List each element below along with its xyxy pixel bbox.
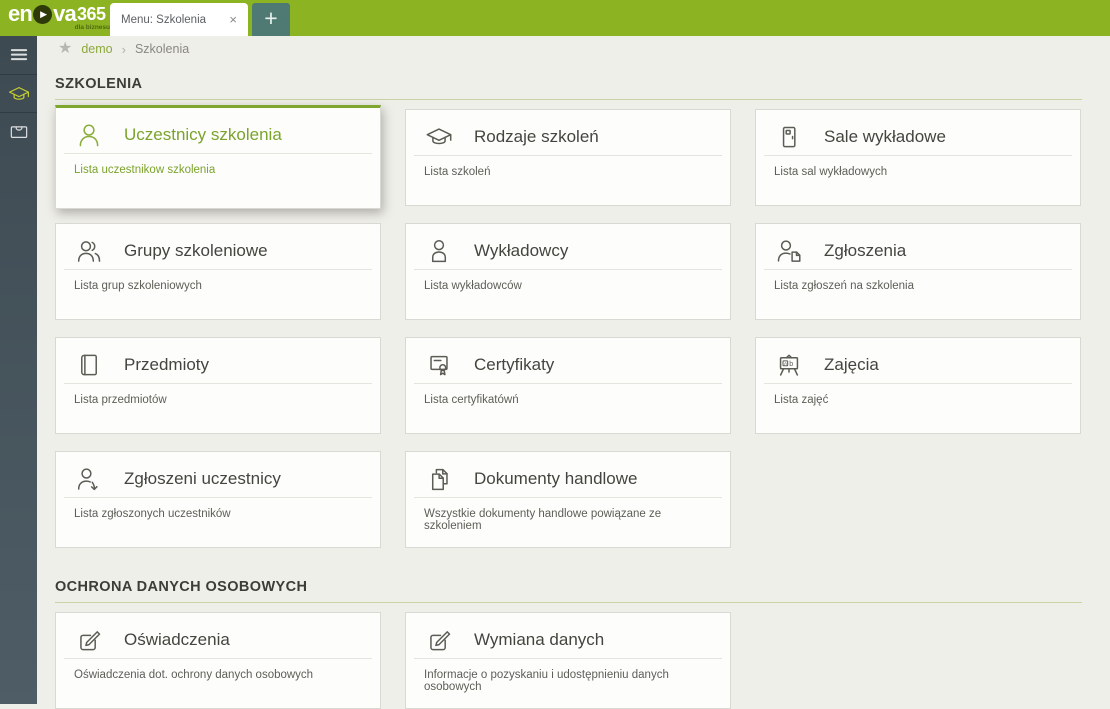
tile-subtitle: Lista grup szkoleniowych [74,280,202,292]
close-icon[interactable]: × [229,13,237,26]
main-content: ★ demo › Szkolenia SZKOLENIA Uczestnicy … [37,36,1110,709]
breadcrumb: ★ demo › Szkolenia [37,36,1110,62]
certificate-icon [424,350,454,380]
tile-subtitle: Oświadczenia dot. ochrony danych osobowy… [74,669,314,681]
tile-subtitle: Lista zgłoszonych uczestników [74,508,231,520]
person-document-icon [774,236,804,266]
person-icon [74,120,104,150]
menu-tile[interactable]: Ab Zajęcia Lista zajęć [755,337,1081,434]
logo-text-en: en [8,1,33,26]
favorite-star-icon[interactable]: ★ [58,41,72,57]
people-icon [74,236,104,266]
tile-title: Dokumenty handlowe [474,468,638,488]
new-tab-button[interactable]: + [252,3,290,36]
menu-icon [7,43,31,67]
top-bar: en ▶ va 365 dla biznesu Menu: Szkolenia … [0,0,1110,36]
tile-title: Przedmioty [124,354,210,374]
tile-title: Sale wykładowe [824,126,946,146]
tile-title: Zgłoszeni uczestnicy [124,468,281,488]
menu-section: SZKOLENIA Uczestnicy szkolenia Lista ucz… [55,76,1082,548]
menu-tile[interactable]: Wymiana danych Informacje o pozyskaniu i… [405,612,731,709]
tile-subtitle: Lista zgłoszeń na szkolenia [774,280,914,292]
breadcrumb-item-demo[interactable]: demo [81,42,112,56]
tile-title: Certyfikaty [474,354,555,374]
tile-subtitle: Lista szkoleń [424,166,491,178]
menu-tile[interactable]: Przedmioty Lista przedmiotów [55,337,381,434]
sidebar [0,36,37,704]
graduation-cap-icon [7,82,31,106]
tile-subtitle: Lista zajęć [774,394,829,406]
door-icon [774,122,804,152]
tile-subtitle: Wszystkie dokumenty handlowe powiązane z… [424,508,662,532]
tile-title: Wykładowcy [474,240,569,260]
tab-menu-szkolenia[interactable]: Menu: Szkolenia × [110,3,248,36]
tile-title: Zgłoszenia [824,240,907,260]
person-arrow-icon [74,464,104,494]
tile-subtitle: Lista certyfikatówń [424,394,519,406]
breadcrumb-item-current: Szkolenia [134,42,190,56]
tile-subtitle: Lista przedmiotów [74,394,167,406]
sidebar-item-szkolenia[interactable] [0,74,37,112]
app-logo: en ▶ va 365 dla biznesu [8,1,112,32]
logo-text-365: 365 [76,3,106,24]
edit-icon [424,625,454,655]
tile-grid: Uczestnicy szkolenia Lista uczestnikow s… [55,105,1082,548]
logo-text-va: va [53,1,77,26]
menu-tile[interactable]: Dokumenty handlowe Wszystkie dokumenty h… [405,451,731,548]
svg-text:b: b [789,360,793,367]
menu-tile[interactable]: Zgłoszenia Lista zgłoszeń na szkolenia [755,223,1081,320]
tile-grid: Oświadczenia Oświadczenia dot. ochrony d… [55,612,1082,709]
tile-subtitle: Informacje o pozyskaniu i udostępnieniu … [424,669,669,693]
tile-subtitle: Lista sal wykładowych [774,166,888,178]
tile-title: Wymiana danych [474,629,605,649]
play-icon: ▶ [33,4,53,24]
book-icon [74,350,104,380]
edit-icon [74,625,104,655]
menu-tile[interactable]: Zgłoszeni uczestnicy Lista zgłoszonych u… [55,451,381,548]
tab-label: Menu: Szkolenia [121,13,207,26]
menu-tile[interactable]: Sale wykładowe Lista sal wykładowych [755,109,1081,206]
tile-subtitle: Lista wykładowców [424,280,522,292]
menu-tile[interactable]: Certyfikaty Lista certyfikatówń [405,337,731,434]
person-badge-icon [424,236,454,266]
sidebar-item-inbox[interactable] [0,112,37,150]
chevron-right-icon: › [121,41,126,57]
section-title: SZKOLENIA [55,76,1082,100]
menu-tile[interactable]: Uczestnicy szkolenia Lista uczestnikow s… [55,105,381,209]
menu-tile[interactable]: Grupy szkoleniowe Lista grup szkoleniowy… [55,223,381,320]
graduation-cap-icon [424,122,454,152]
tile-title: Zajęcia [824,354,879,374]
tile-title: Uczestnicy szkolenia [124,124,282,144]
tile-title: Grupy szkoleniowe [124,240,268,260]
tile-subtitle: Lista uczestnikow szkolenia [74,164,216,176]
documents-icon [424,464,454,494]
menu-tile[interactable]: Wykładowcy Lista wykładowców [405,223,731,320]
menu-tile[interactable]: Rodzaje szkoleń Lista szkoleń [405,109,731,206]
section-title: OCHRONA DANYCH OSOBOWYCH [55,579,1082,603]
tile-title: Rodzaje szkoleń [474,126,599,146]
menu-tile[interactable]: Oświadczenia Oświadczenia dot. ochrony d… [55,612,381,709]
menu-section: OCHRONA DANYCH OSOBOWYCH Oświadczenia Oś… [55,579,1082,709]
sections-container: SZKOLENIA Uczestnicy szkolenia Lista ucz… [37,76,1110,709]
drawer-icon [7,120,31,144]
tile-title: Oświadczenia [124,629,230,649]
menu-toggle-button[interactable] [0,36,37,74]
easel-icon: Ab [774,350,804,380]
